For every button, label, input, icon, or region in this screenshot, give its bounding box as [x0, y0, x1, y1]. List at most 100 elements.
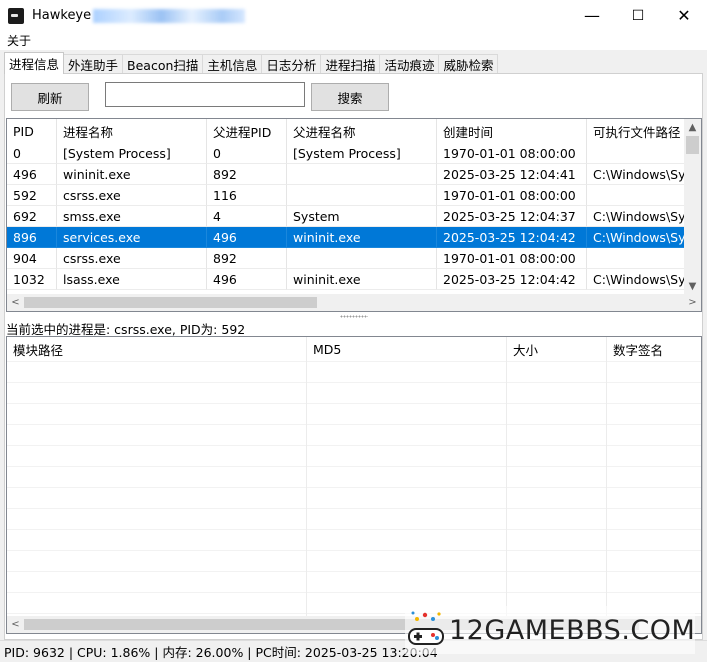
tab-process-scan[interactable]: 进程扫描: [320, 54, 381, 74]
process-table[interactable]: PID 进程名称 父进程PID 父进程名称 创建时间 可执行文件路径 0 [Sys…: [6, 118, 702, 312]
cell-parent-pid: 892: [207, 248, 287, 269]
cell-create-time: 2025-03-25 12:04:42: [437, 227, 587, 248]
search-button[interactable]: 搜索: [311, 83, 389, 111]
gamepad-logo-icon: [408, 611, 444, 645]
status-bar-text: PID: 9632 | CPU: 1.86% | 内存: 26.00% | PC…: [4, 645, 438, 660]
cell-process-name: lsass.exe: [57, 269, 207, 290]
module-table-body: [7, 361, 701, 617]
scroll-up-icon[interactable]: ▲: [684, 119, 701, 136]
table-row[interactable]: 0 [System Process] 0 [System Process] 1970-0…: [7, 143, 687, 164]
cell-pid: 1032: [7, 269, 57, 290]
cell-parent-pid: 4: [207, 206, 287, 227]
cell-process-name: csrss.exe: [57, 185, 207, 206]
process-table-hscroll[interactable]: < >: [7, 294, 701, 311]
table-row[interactable]: 496 wininit.exe 892 2025-03-25 12:04:41 C:\W…: [7, 164, 687, 185]
cell-exe-path: C:\Windows\System32\smss.exe: [587, 206, 687, 227]
redacted-title-suffix: [93, 8, 246, 23]
column-header-process-name[interactable]: 进程名称: [57, 119, 207, 143]
column-header-module-path[interactable]: 模块路径: [7, 337, 307, 361]
cell-process-name: smss.exe: [57, 206, 207, 227]
cell-exe-path: C:\Windows\System32\lsass.exe: [587, 269, 687, 290]
column-header-parent-name[interactable]: 父进程名称: [287, 119, 437, 143]
tab-threat-search[interactable]: 威胁检索: [438, 54, 499, 74]
cell-process-name: [System Process]: [57, 143, 207, 164]
column-header-md5[interactable]: MD5: [307, 337, 507, 361]
cell-exe-path: [587, 248, 687, 269]
table-row[interactable]: 1032 lsass.exe 496 wininit.exe 2025-03-25 12…: [7, 269, 687, 290]
cell-pid: 692: [7, 206, 57, 227]
scroll-left-icon[interactable]: <: [7, 616, 24, 633]
table-row[interactable]: 904 csrss.exe 892 1970-01-01 08:00:00: [7, 248, 687, 269]
module-table-header: 模块路径 MD5 大小 数字签名: [7, 337, 701, 361]
menu-about[interactable]: 关于: [0, 32, 38, 49]
cell-pid: 496: [7, 164, 57, 185]
column-divider: [506, 337, 507, 617]
close-button[interactable]: ✕: [661, 0, 707, 31]
cell-exe-path: C:\Windows\System32\services.exe: [587, 227, 687, 248]
cell-process-name: wininit.exe: [57, 164, 207, 185]
cell-parent-name: [287, 185, 437, 206]
cell-parent-name: wininit.exe: [287, 269, 437, 290]
minimize-button[interactable]: —: [569, 0, 615, 31]
column-header-size[interactable]: 大小: [507, 337, 607, 361]
tab-beacon-scan[interactable]: Beacon扫描: [122, 54, 204, 74]
splitter-grip[interactable]: [340, 315, 368, 318]
column-header-create-time[interactable]: 创建时间: [437, 119, 587, 143]
hscroll-thumb[interactable]: [24, 297, 317, 308]
column-header-pid[interactable]: PID: [7, 119, 57, 143]
process-table-vscroll[interactable]: ▲ ▼: [684, 119, 701, 295]
column-header-parent-pid[interactable]: 父进程PID: [207, 119, 287, 143]
cell-exe-path: [587, 143, 687, 164]
cell-create-time: 1970-01-01 08:00:00: [437, 185, 587, 206]
menu-bar: 关于: [0, 31, 707, 50]
watermark-text: 12GAMEBBS.COM: [449, 614, 696, 646]
cell-create-time: 2025-03-25 12:04:41: [437, 164, 587, 185]
tab-process-info[interactable]: 进程信息: [4, 52, 65, 74]
module-table[interactable]: 模块路径 MD5 大小 数字签名 <: [6, 336, 702, 634]
cell-create-time: 2025-03-25 12:04:42: [437, 269, 587, 290]
search-input[interactable]: [105, 82, 305, 107]
scroll-right-icon[interactable]: >: [684, 294, 701, 311]
column-divider: [606, 337, 607, 617]
cell-exe-path: C:\Windows\System32\wininit.exe: [587, 164, 687, 185]
cell-parent-name: [System Process]: [287, 143, 437, 164]
tab-host-info[interactable]: 主机信息: [202, 54, 263, 74]
window-title: Hawkeye: [32, 8, 92, 23]
cell-pid: 904: [7, 248, 57, 269]
column-header-signature[interactable]: 数字签名: [607, 337, 701, 361]
cell-exe-path: [587, 185, 687, 206]
cell-parent-name: wininit.exe: [287, 227, 437, 248]
process-table-body: 0 [System Process] 0 [System Process] 1970-0…: [7, 143, 687, 290]
cell-parent-name: System: [287, 206, 437, 227]
cell-pid: 0: [7, 143, 57, 164]
column-header-exe-path[interactable]: 可执行文件路径: [587, 119, 687, 143]
table-row[interactable]: 592 csrss.exe 116 1970-01-01 08:00:00: [7, 185, 687, 206]
tab-strip: 进程信息 外连助手 Beacon扫描 主机信息 日志分析 进程扫描 活动痕迹 威…: [4, 52, 499, 74]
tab-activity-traces[interactable]: 活动痕迹: [379, 54, 440, 74]
title-bar: Hawkeye — ☐ ✕: [0, 0, 707, 31]
cell-create-time: 2025-03-25 12:04:37: [437, 206, 587, 227]
cell-parent-pid: 496: [207, 227, 287, 248]
process-table-header: PID 进程名称 父进程PID 父进程名称 创建时间 可执行文件路径: [7, 119, 687, 143]
cell-parent-pid: 892: [207, 164, 287, 185]
maximize-button[interactable]: ☐: [615, 0, 661, 31]
cell-parent-name: [287, 248, 437, 269]
cell-parent-pid: 0: [207, 143, 287, 164]
cell-process-name: csrss.exe: [57, 248, 207, 269]
cell-parent-pid: 496: [207, 269, 287, 290]
tab-log-analysis[interactable]: 日志分析: [261, 54, 322, 74]
table-row[interactable]: 692 smss.exe 4 System 2025-03-25 12:04:37 C:\…: [7, 206, 687, 227]
vscroll-thumb[interactable]: [686, 136, 699, 154]
column-divider: [306, 337, 307, 617]
cell-create-time: 1970-01-01 08:00:00: [437, 143, 587, 164]
cell-create-time: 1970-01-01 08:00:00: [437, 248, 587, 269]
tab-connection-helper[interactable]: 外连助手: [63, 54, 124, 74]
refresh-button[interactable]: 刷新: [11, 83, 89, 111]
scroll-down-icon[interactable]: ▼: [684, 278, 701, 295]
table-row[interactable]: 896 services.exe 496 wininit.exe 2025-03-25 …: [7, 227, 687, 248]
cell-process-name: services.exe: [57, 227, 207, 248]
app-icon: [8, 7, 24, 24]
scroll-left-icon[interactable]: <: [7, 294, 24, 311]
cell-pid: 896: [7, 227, 57, 248]
watermark: 12GAMEBBS.COM: [405, 606, 696, 654]
